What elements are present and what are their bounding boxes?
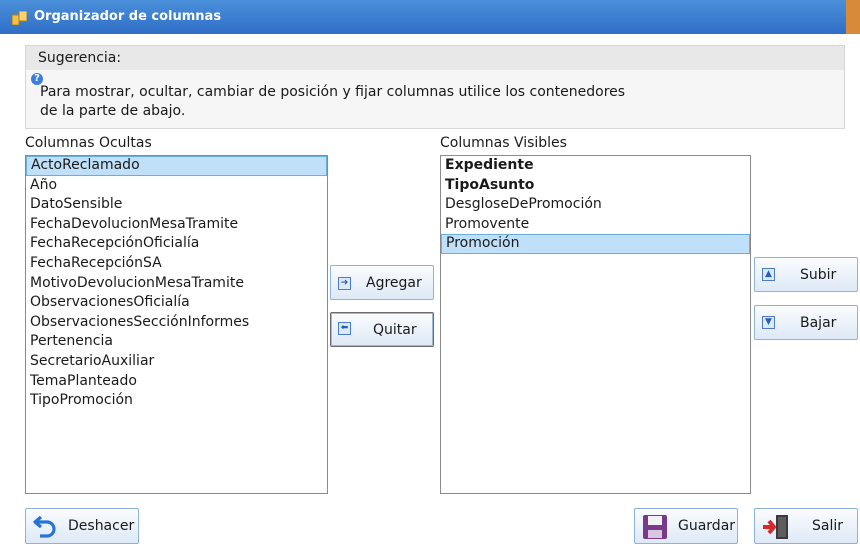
list-item[interactable]: Promovente <box>441 215 750 235</box>
arrow-left-icon: ⬅ <box>338 322 351 335</box>
add-button[interactable]: ➜ Agregar <box>330 265 434 300</box>
list-item[interactable]: Pertenencia <box>26 332 327 352</box>
remove-button[interactable]: ⬅ Quitar <box>330 312 434 347</box>
list-item[interactable]: ObservacionesSecciónInformes <box>26 313 327 333</box>
list-item[interactable]: TipoAsunto <box>441 176 750 196</box>
list-item[interactable]: Promoción <box>441 234 750 254</box>
title-bar: Organizador de columnas <box>0 0 860 34</box>
close-button[interactable] <box>846 0 860 34</box>
list-item[interactable]: FechaDevolucionMesaTramite <box>26 215 327 235</box>
add-button-label: Agregar <box>366 275 422 291</box>
hint-text-line-2: de la parte de abajo. <box>40 103 186 119</box>
save-button-label: Guardar <box>678 518 736 534</box>
arrow-down-icon: ▼ <box>762 316 775 329</box>
undo-button-label: Deshacer <box>68 518 135 534</box>
exit-door-icon <box>763 515 788 539</box>
list-item[interactable]: FechaRecepciónOficialía <box>26 234 327 254</box>
hint-header: Sugerencia: <box>26 46 844 70</box>
move-down-button[interactable]: ▼ Bajar <box>754 305 858 340</box>
undo-icon <box>33 515 56 538</box>
hint-title: Sugerencia: <box>38 50 122 66</box>
list-item[interactable]: DatoSensible <box>26 195 327 215</box>
list-item[interactable]: SecretarioAuxiliar <box>26 352 327 372</box>
move-down-button-label: Bajar <box>800 315 837 331</box>
visible-columns-list[interactable]: Expediente TipoAsunto DesgloseDePromoción P… <box>440 155 751 494</box>
exit-button-label: Salir <box>812 518 844 534</box>
list-item[interactable]: TipoPromoción <box>26 391 327 411</box>
move-up-button[interactable]: ▲ Subir <box>754 257 858 292</box>
app-icon <box>12 11 27 25</box>
list-item[interactable]: Año <box>26 176 327 196</box>
list-item[interactable]: ObservacionesOficialía <box>26 293 327 313</box>
move-up-button-label: Subir <box>800 267 837 283</box>
arrow-up-icon: ▲ <box>762 268 775 281</box>
hidden-columns-list[interactable]: ActoReclamado Año DatoSensible FechaDevoluc… <box>25 155 328 494</box>
hint-panel: Sugerencia: ? Para mostrar, ocultar, cam… <box>25 45 845 129</box>
arrow-right-icon: ➜ <box>338 277 351 290</box>
list-item[interactable]: TemaPlanteado <box>26 372 327 392</box>
list-item[interactable]: MotivoDevolucionMesaTramite <box>26 274 327 294</box>
exit-button[interactable]: Salir <box>754 508 858 544</box>
save-button[interactable]: Guardar <box>634 508 738 544</box>
list-item[interactable]: Expediente <box>441 156 750 176</box>
remove-button-label: Quitar <box>373 322 417 338</box>
list-item[interactable]: DesgloseDePromoción <box>441 195 750 215</box>
hint-text-line-1: Para mostrar, ocultar, cambiar de posici… <box>40 84 626 100</box>
list-item[interactable]: FechaRecepciónSA <box>26 254 327 274</box>
floppy-disk-icon <box>643 515 667 539</box>
window-title: Organizador de columnas <box>34 9 222 24</box>
list-item[interactable]: ActoReclamado <box>26 156 327 176</box>
undo-button[interactable]: Deshacer <box>25 508 139 544</box>
visible-columns-label: Columnas Visibles <box>440 135 567 151</box>
hidden-columns-label: Columnas Ocultas <box>25 135 152 151</box>
column-organizer-window: Organizador de columnas Sugerencia: ? Pa… <box>0 0 860 548</box>
